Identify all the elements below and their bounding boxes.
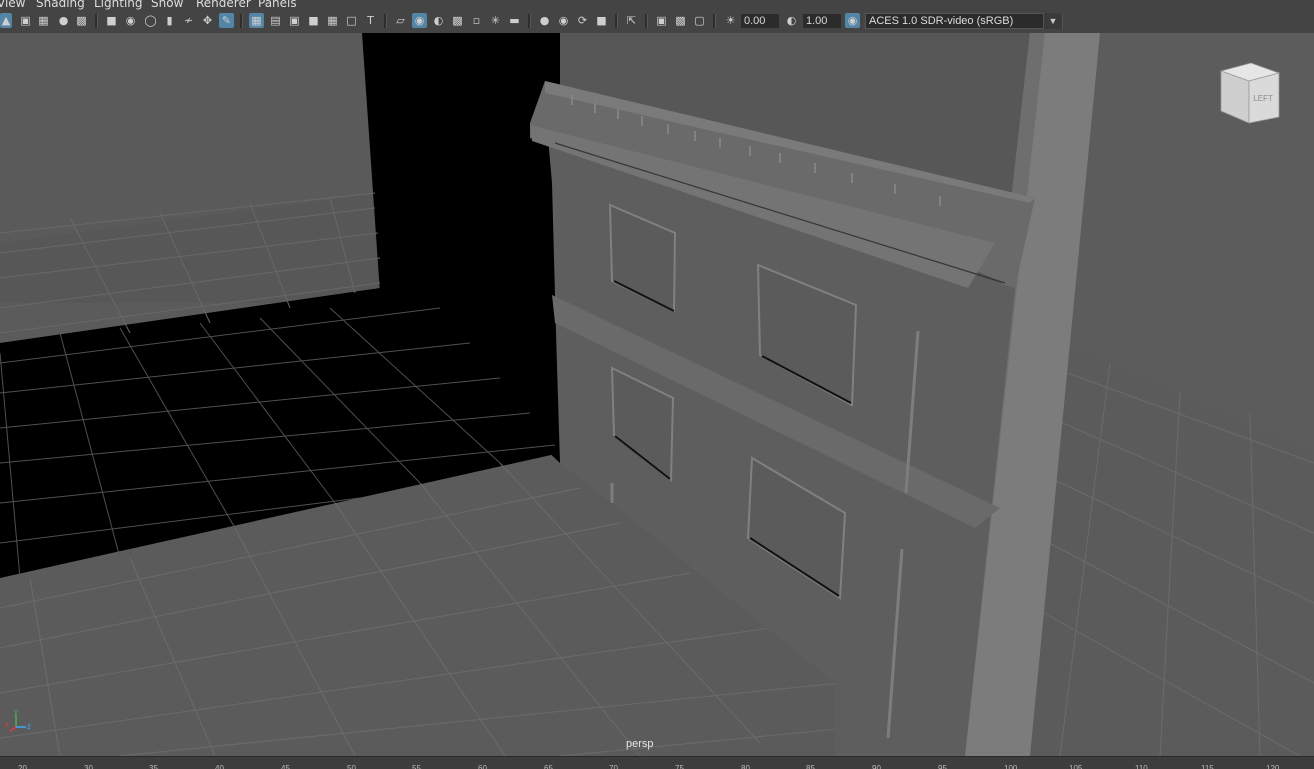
select-camera-icon[interactable]: ▲: [0, 13, 12, 28]
ambient-occlusion-icon[interactable]: ●: [537, 13, 552, 28]
camera-view-icon[interactable]: ◯: [143, 13, 158, 28]
smooth-shade-icon[interactable]: ◉: [412, 13, 427, 28]
xray-active-icon[interactable]: ▩: [673, 13, 688, 28]
timeslider-tick: 100: [1004, 764, 1018, 769]
panel-menu-bar: View Shading Lighting Show Renderer Pane…: [0, 0, 1314, 10]
camera-lock-icon[interactable]: ◉: [123, 13, 138, 28]
sculpt-icon[interactable]: ≁: [181, 13, 196, 28]
timeslider-tick: 70: [609, 764, 618, 769]
field-chart-icon[interactable]: ▦: [325, 13, 340, 28]
chevron-down-icon: ▼: [1043, 13, 1062, 29]
exposure-icon[interactable]: ☀: [723, 13, 738, 28]
menu-show[interactable]: Show: [151, 0, 183, 10]
timeslider-tick: 110: [1135, 764, 1148, 769]
camera-name-label: persp: [626, 738, 654, 750]
timeslider-tick: 90: [872, 764, 881, 769]
panel-toolbar: ▲ ▣ ▦ ● ▩ ■ ◉ ◯ ▮ ≁ ✥ ✎ ▦ ▤ ▣ ■ ▦ □ T ▱ …: [0, 10, 1314, 33]
menu-lighting[interactable]: Lighting: [94, 0, 143, 10]
shadows-icon[interactable]: ✳: [488, 13, 503, 28]
bookmarks-icon[interactable]: ▦: [36, 13, 51, 28]
camera-attributes-icon[interactable]: ▣: [18, 13, 33, 28]
timeslider-tick: 95: [938, 764, 947, 769]
axis-gizmo-icon: y x z: [5, 707, 31, 732]
color-management-dropdown[interactable]: ACES 1.0 SDR-video (sRGB) ▼: [865, 13, 1063, 29]
timeslider-tick: 80: [741, 764, 750, 769]
safe-title-icon[interactable]: T: [363, 13, 378, 28]
xray-icon[interactable]: ▬: [507, 13, 522, 28]
timeslider-tick: 60: [478, 764, 487, 769]
timeslider-tick: 105: [1069, 764, 1083, 769]
image-plane-icon[interactable]: ●: [56, 13, 71, 28]
perspective-viewport[interactable]: LEFT y x z persp: [0, 33, 1314, 756]
shaded-wireframe-icon[interactable]: ◐: [431, 13, 446, 28]
timeslider-tick: 55: [412, 764, 421, 769]
color-management-icon[interactable]: ◉: [845, 13, 860, 28]
motion-blur-icon[interactable]: ◉: [556, 13, 571, 28]
timeslider-tick: 20: [18, 764, 27, 769]
axis-indicator: y x z: [4, 705, 36, 737]
timeslider-tick: 85: [806, 764, 815, 769]
color-management-value: ACES 1.0 SDR-video (sRGB): [869, 15, 1014, 27]
time-slider[interactable]: 20 30 35 40 45 50 55 60 65 70 75 80 85 90 95 100 105 110 1…: [0, 756, 1314, 769]
grease-pencil-icon[interactable]: ■: [104, 13, 119, 28]
gate-mask-icon[interactable]: ■: [306, 13, 321, 28]
use-lights-icon[interactable]: ▫: [469, 13, 484, 28]
resolution-gate-icon[interactable]: ▣: [287, 13, 302, 28]
gamma-icon[interactable]: ◐: [784, 13, 799, 28]
anti-aliasing-icon[interactable]: ⟳: [575, 13, 590, 28]
pan-icon[interactable]: ✥: [200, 13, 215, 28]
gamma-field[interactable]: 1.00: [803, 14, 841, 28]
xray-joints-icon[interactable]: ▣: [654, 13, 669, 28]
exposure-field[interactable]: 0.00: [741, 14, 779, 28]
timeslider-tick: 65: [544, 764, 553, 769]
menu-panels[interactable]: Panels: [258, 0, 297, 10]
menu-shading[interactable]: Shading: [36, 0, 85, 10]
menu-renderer[interactable]: Renderer: [196, 0, 251, 10]
timeslider-tick: 115: [1201, 764, 1214, 769]
timeslider-tick: 35: [149, 764, 158, 769]
safe-action-icon[interactable]: □: [344, 13, 359, 28]
timeslider-tick: 120: [1266, 764, 1280, 769]
pencil-icon[interactable]: ✎: [219, 13, 234, 28]
textured-icon[interactable]: ▩: [450, 13, 465, 28]
isolate-select-icon[interactable]: ⇱: [624, 13, 639, 28]
bookmark-icon[interactable]: ▮: [162, 13, 177, 28]
two-d-pan-zoom-icon[interactable]: ▩: [74, 13, 89, 28]
timeslider-tick: 30: [84, 764, 93, 769]
view-cube-face-label: LEFT: [1253, 94, 1273, 103]
axis-x-label: x: [5, 720, 9, 729]
scene-render: [0, 33, 1314, 756]
timeslider-tick: 40: [215, 764, 224, 769]
menu-view[interactable]: View: [0, 0, 25, 10]
axis-y-label: y: [14, 707, 18, 716]
axis-z-label: z: [27, 722, 31, 731]
timeslider-tick: 45: [281, 764, 290, 769]
film-gate-icon[interactable]: ▤: [268, 13, 283, 28]
timeslider-tick: 75: [675, 764, 684, 769]
timeslider-tick: 50: [347, 764, 356, 769]
depth-of-field-icon[interactable]: ■: [594, 13, 609, 28]
view-cube[interactable]: LEFT: [1215, 59, 1285, 129]
view-cube-icon: LEFT: [1219, 62, 1281, 124]
wireframe-icon[interactable]: ▱: [393, 13, 408, 28]
backface-culling-icon[interactable]: ▢: [692, 13, 707, 28]
grid-icon[interactable]: ▦: [249, 13, 264, 28]
